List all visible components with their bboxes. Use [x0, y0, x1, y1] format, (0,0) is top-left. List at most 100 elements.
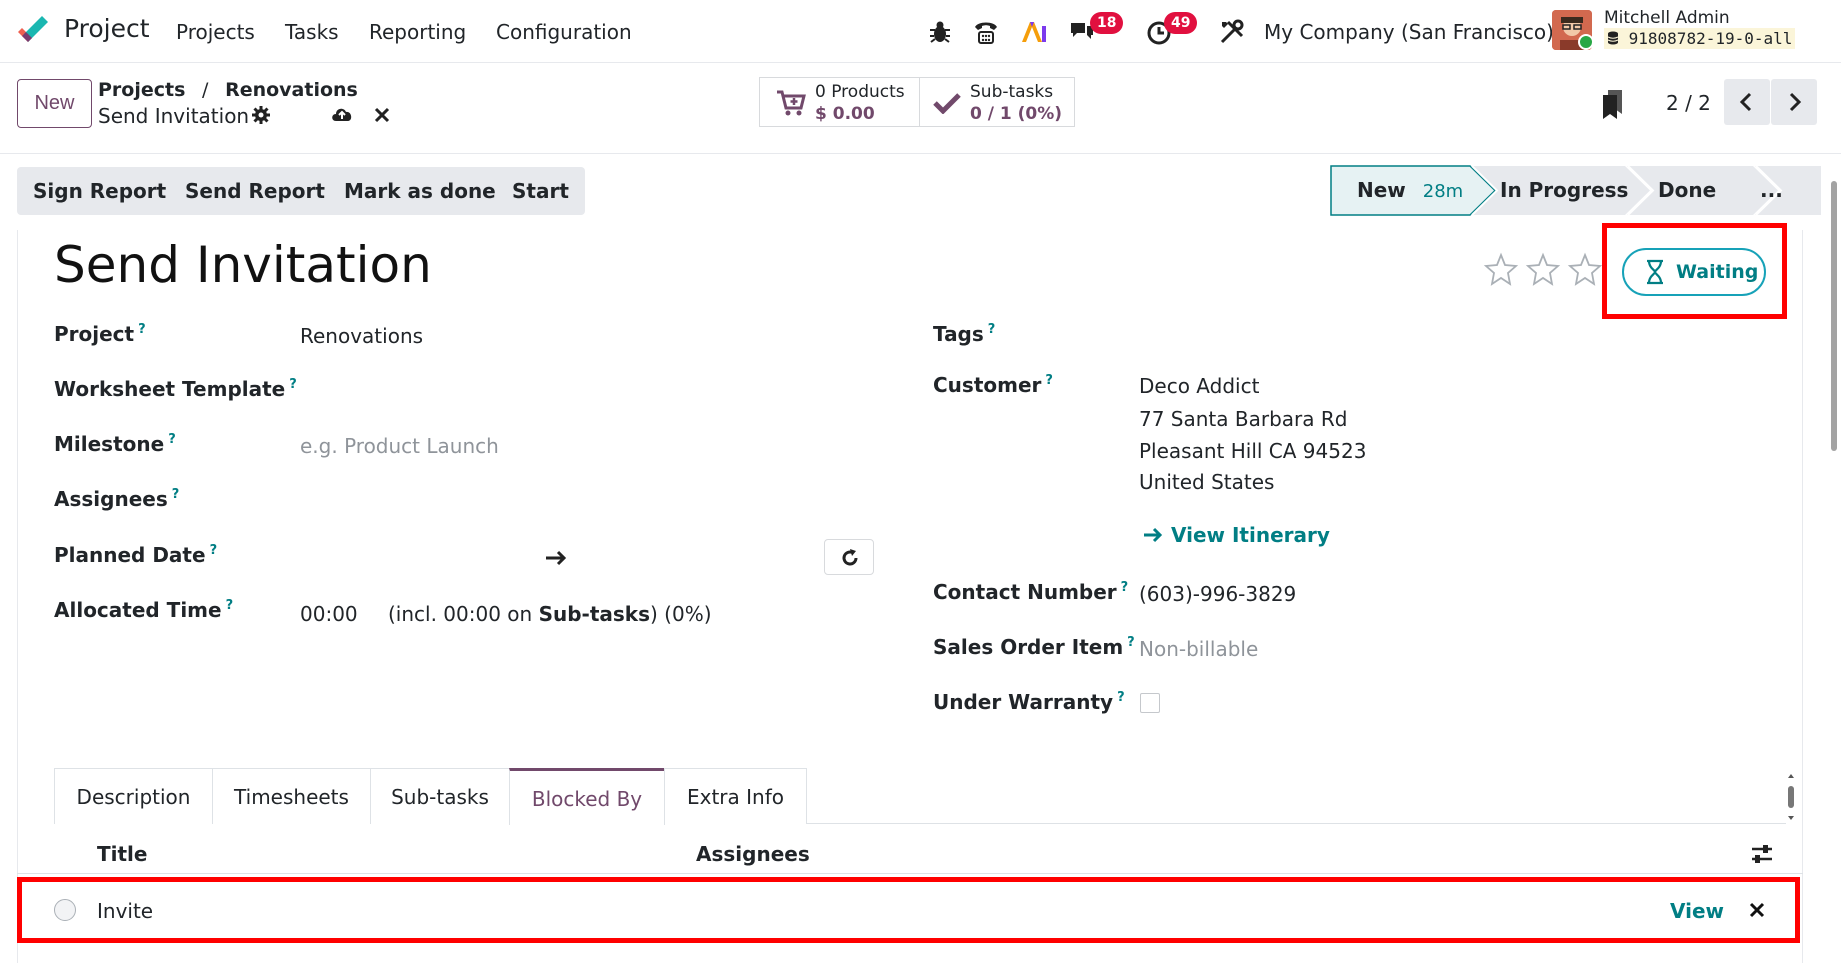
tags-input[interactable]	[1139, 322, 1739, 352]
menu-reporting[interactable]: Reporting	[369, 20, 466, 44]
mark-as-done-button[interactable]: Mark as done	[328, 167, 512, 215]
priority-stars	[1483, 252, 1603, 286]
user-name[interactable]: Mitchell Admin	[1604, 8, 1730, 28]
project-help[interactable]: ?	[138, 322, 146, 337]
allocated-time-help[interactable]: ?	[226, 598, 234, 613]
allocated-time-label-text: Allocated Time	[54, 598, 222, 622]
new-record-button[interactable]: New	[17, 79, 92, 128]
phone-icon[interactable]	[972, 18, 1000, 46]
tab-description[interactable]: Description	[54, 768, 213, 824]
planned-date-start-input[interactable]	[300, 543, 530, 573]
project-app-logo-icon[interactable]	[16, 14, 50, 48]
app-name[interactable]: Project	[64, 14, 150, 43]
task-title[interactable]: Send Invitation	[54, 236, 432, 294]
tab-timesheets[interactable]: Timesheets	[212, 768, 371, 824]
remove-row-close-icon[interactable]	[1749, 902, 1765, 918]
tab-scrollbar-arrows-icon	[1788, 774, 1794, 820]
tags-help[interactable]: ?	[988, 322, 996, 337]
stage-new[interactable]: New 28m	[1357, 166, 1463, 215]
start-button[interactable]: Start	[496, 167, 585, 215]
subtasks-label: Sub-tasks	[970, 82, 1054, 102]
products-count: 0 Products	[815, 82, 905, 102]
customer-address-line1: 77 Santa Barbara Rd	[1139, 407, 1348, 431]
stage-in-progress[interactable]: In Progress	[1500, 166, 1628, 215]
customer-help[interactable]: ?	[1045, 373, 1053, 388]
view-itinerary-link[interactable]: View Itinerary	[1143, 523, 1330, 547]
assignees-input[interactable]	[300, 487, 880, 517]
ai-icon[interactable]	[1020, 18, 1048, 46]
stage-done[interactable]: Done	[1658, 166, 1716, 215]
send-report-button[interactable]: Send Report	[169, 167, 341, 215]
pager-next-button[interactable]	[1771, 79, 1817, 125]
column-title[interactable]: Title	[97, 842, 147, 866]
gear-icon[interactable]	[251, 105, 271, 125]
sales-order-item-input[interactable]: Non-billable	[1139, 637, 1258, 661]
refresh-date-button[interactable]	[824, 539, 874, 575]
table-header-divider	[17, 873, 1803, 874]
state-waiting-label: Waiting	[1676, 261, 1759, 283]
pager-previous-button[interactable]	[1724, 79, 1770, 125]
sign-report-button[interactable]: Sign Report	[17, 167, 183, 215]
blocked-task-title[interactable]: Invite	[97, 899, 153, 923]
debug-bug-icon[interactable]	[926, 18, 954, 46]
products-smart-button[interactable]: 0 Products $ 0.00	[759, 77, 920, 127]
planned-date-label-text: Planned Date	[54, 543, 206, 567]
sales-order-item-help[interactable]: ?	[1127, 635, 1135, 650]
menu-configuration[interactable]: Configuration	[496, 20, 632, 44]
tools-icon[interactable]	[1218, 18, 1246, 46]
stage-new-duration: 28m	[1422, 181, 1464, 202]
planned-date-help[interactable]: ?	[210, 543, 218, 558]
menu-projects[interactable]: Projects	[176, 20, 255, 44]
company-switcher[interactable]: My Company (San Francisco)	[1264, 20, 1554, 44]
discard-close-icon[interactable]	[374, 107, 390, 123]
customer-name[interactable]: Deco Addict	[1139, 374, 1259, 398]
bookmarks-icon[interactable]	[1600, 88, 1628, 120]
breadcrumb: Projects / Renovations	[98, 79, 358, 101]
worksheet-template-help[interactable]: ?	[289, 377, 297, 392]
under-warranty-help[interactable]: ?	[1117, 690, 1125, 705]
page-scrollbar-thumb[interactable]	[1831, 181, 1837, 451]
breadcrumb-projects[interactable]: Projects	[98, 79, 185, 101]
contact-number-help[interactable]: ?	[1121, 580, 1129, 595]
allocated-time-input[interactable]: 00:00	[300, 602, 358, 626]
under-warranty-label: Under Warranty?	[933, 690, 1125, 714]
pager-value[interactable]: 2 / 2	[1666, 91, 1711, 115]
allocated-incl-prefix: (incl. 00:00 on	[388, 602, 539, 626]
cart-plus-icon	[777, 90, 806, 116]
sales-order-item-label: Sales Order Item?	[933, 635, 1135, 659]
save-cloud-icon[interactable]	[330, 103, 354, 123]
tab-extra-info[interactable]: Extra Info	[664, 768, 807, 824]
hourglass-icon	[1647, 259, 1663, 285]
activities-count-badge: 49	[1164, 12, 1198, 34]
contact-number-label: Contact Number?	[933, 580, 1128, 604]
user-online-status-icon	[1578, 34, 1594, 50]
assignees-help[interactable]: ?	[172, 487, 180, 502]
worksheet-template-input[interactable]	[300, 377, 880, 407]
task-state-circle-icon[interactable]	[54, 899, 76, 921]
subtasks-smart-button[interactable]: Sub-tasks 0 / 1 (0%)	[919, 77, 1075, 127]
state-waiting-button[interactable]: Waiting	[1622, 248, 1766, 296]
products-amount: $ 0.00	[815, 104, 875, 124]
allocated-time-subtasks-note: (incl. 00:00 on Sub-tasks) (0%)	[388, 602, 712, 626]
priority-star-1-icon	[1483, 252, 1519, 286]
tab-scrollbar[interactable]	[1786, 772, 1796, 822]
table-row[interactable]: Invite View	[22, 882, 1795, 938]
optional-columns-sliders-icon[interactable]	[1751, 844, 1773, 864]
menu-tasks[interactable]: Tasks	[285, 20, 339, 44]
milestone-input[interactable]: e.g. Product Launch	[300, 434, 499, 458]
breadcrumb-renovations[interactable]: Renovations	[225, 79, 358, 101]
planned-date-end-input[interactable]	[585, 543, 815, 573]
tab-blocked-by[interactable]: Blocked By	[509, 768, 665, 825]
stage-more[interactable]: ...	[1760, 166, 1783, 215]
project-label-text: Project	[54, 322, 135, 346]
project-value[interactable]: Renovations	[300, 324, 423, 348]
contact-number-value[interactable]: (603)-996-3829	[1139, 582, 1296, 606]
column-assignees[interactable]: Assignees	[696, 842, 810, 866]
milestone-help[interactable]: ?	[168, 432, 176, 447]
stage-new-label: New	[1357, 178, 1406, 202]
sales-order-item-label-text: Sales Order Item	[933, 635, 1124, 659]
tab-subtasks[interactable]: Sub-tasks	[370, 768, 510, 824]
tags-label: Tags?	[933, 322, 995, 346]
under-warranty-checkbox[interactable]	[1140, 693, 1160, 713]
blocked-task-view-link[interactable]: View	[1670, 899, 1724, 923]
